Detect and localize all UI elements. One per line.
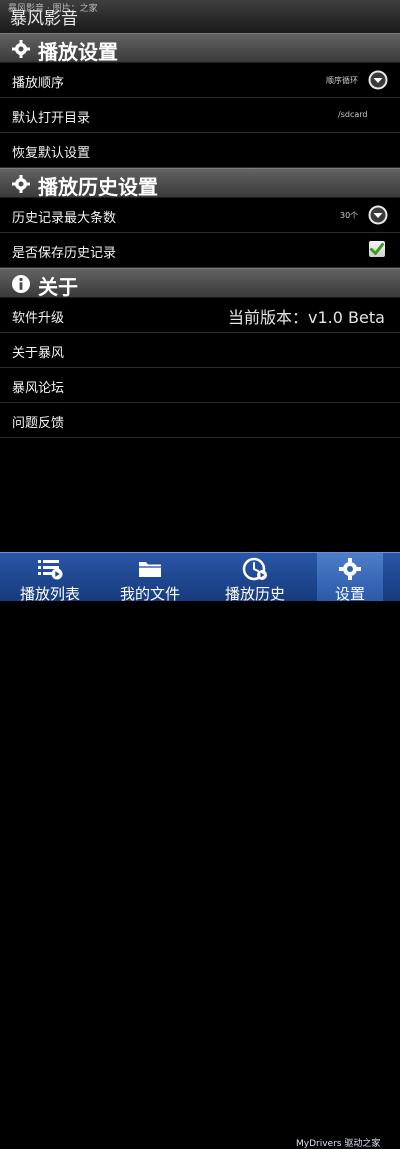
bottom-nav: 播放列表 我的文件 播放历史 设置 MyDrivers 驱动之家	[0, 552, 400, 1149]
tab-playlist[interactable]: 播放列表	[0, 553, 100, 603]
tab-history[interactable]: 播放历史	[200, 553, 310, 603]
history-clock-icon	[242, 557, 267, 581]
setting-value: 30个	[340, 211, 359, 220]
setting-label: 默认打开目录	[12, 111, 91, 126]
setting-label: 软件升级	[12, 311, 65, 326]
section-title: 播放设置	[38, 40, 118, 64]
setting-label: 是否保存历史记录	[12, 246, 117, 261]
setting-about[interactable]: 关于暴风	[0, 333, 400, 368]
setting-label: 播放顺序	[12, 76, 65, 91]
setting-value: /sdcard	[338, 110, 368, 119]
tab-label: 设置	[334, 585, 366, 603]
setting-label: 历史记录最大条数	[12, 211, 117, 226]
gear-icon	[12, 40, 30, 58]
watermark: MyDrivers 驱动之家	[296, 1139, 381, 1149]
setting-forum[interactable]: 暴风论坛	[0, 368, 400, 403]
folder-icon	[139, 562, 161, 577]
setting-save-history[interactable]: 是否保存历史记录	[0, 233, 400, 268]
section-title: 播放历史设置	[38, 175, 158, 199]
playlist-icon	[38, 560, 63, 580]
setting-label: 问题反馈	[12, 416, 65, 431]
gear-icon	[12, 175, 30, 193]
gear-icon	[339, 558, 361, 580]
checkmark-icon	[370, 243, 384, 255]
section-title: 关于	[38, 275, 78, 299]
save-history-checkbox[interactable]	[369, 241, 385, 257]
tab-label: 播放历史	[224, 585, 286, 603]
setting-label: 关于暴风	[12, 346, 65, 361]
section-header-playback: 播放设置	[0, 33, 400, 64]
setting-value: 顺序循环	[326, 76, 358, 85]
chevron-down-icon[interactable]	[368, 205, 388, 225]
info-icon	[12, 275, 30, 293]
tab-settings[interactable]: 设置	[317, 553, 383, 603]
section-header-history: 播放历史设置	[0, 168, 400, 199]
title-bar: 暴风影音 · 图片：之家 暴风影音	[0, 0, 400, 34]
setting-feedback[interactable]: 问题反馈	[0, 403, 400, 438]
setting-history-max[interactable]: 历史记录最大条数 30个	[0, 198, 400, 233]
setting-default-dir[interactable]: 默认打开目录 /sdcard	[0, 98, 400, 133]
setting-software-update[interactable]: 软件升级 当前版本：v1.0 Beta	[0, 298, 400, 333]
version-text: 当前版本：v1.0 Beta	[228, 308, 385, 327]
tab-label: 我的文件	[119, 585, 181, 603]
tab-label: 播放列表	[19, 585, 81, 603]
setting-label: 暴风论坛	[12, 381, 65, 396]
setting-play-order[interactable]: 播放顺序 顺序循环	[0, 63, 400, 98]
setting-label: 恢复默认设置	[12, 146, 91, 161]
app-title: 暴风影音	[10, 9, 78, 29]
chevron-down-icon[interactable]	[368, 70, 388, 90]
setting-restore-defaults[interactable]: 恢复默认设置	[0, 133, 400, 168]
tab-my-files[interactable]: 我的文件	[100, 553, 200, 603]
section-header-about: 关于	[0, 268, 400, 299]
